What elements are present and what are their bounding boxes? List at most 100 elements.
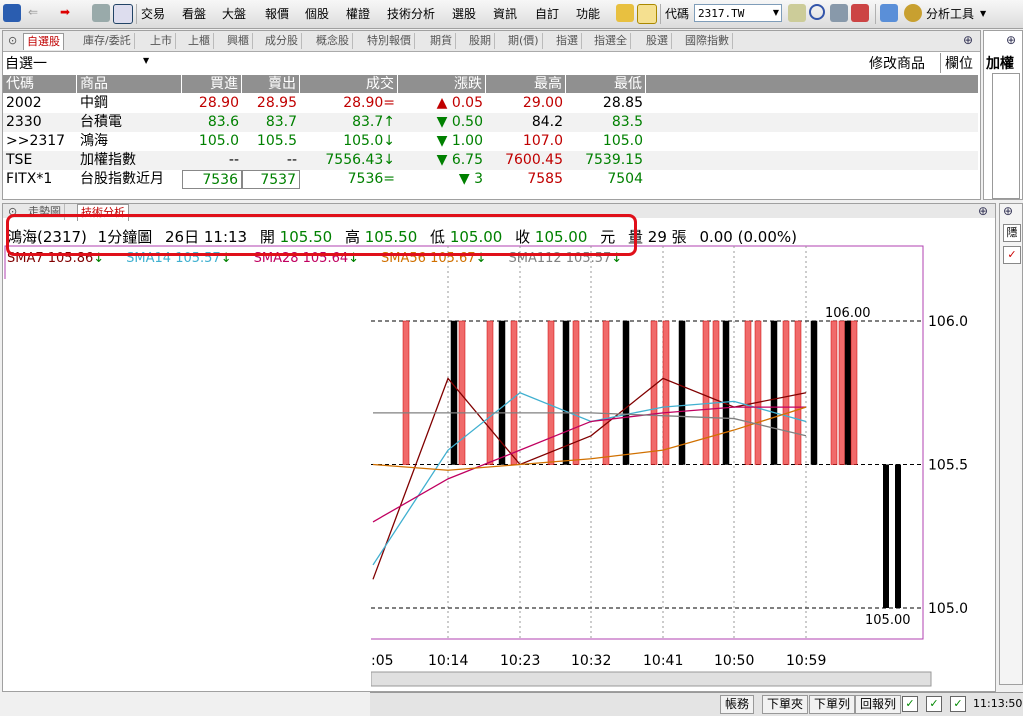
tab-stock-futures[interactable]: 股期 (466, 33, 495, 49)
table-row[interactable]: TSE 加權指數 -- -- 7556.43↓ ▼ 6.75 7600.45 7539.15 (3, 151, 978, 170)
account-button[interactable]: 帳務 (720, 695, 755, 714)
menu-info[interactable]: 資訊 (493, 5, 517, 22)
zoom-icon[interactable]: ⊕ (963, 33, 973, 47)
menu-function[interactable]: 功能 (576, 5, 600, 22)
chevron-down-icon[interactable]: ▼ (980, 9, 986, 18)
cell-code: FITX*1 (6, 171, 53, 187)
report-bar-button[interactable]: 回報列 (855, 695, 902, 714)
tab-index-options-all[interactable]: 指選全 (591, 33, 631, 49)
candle-bar (744, 320, 752, 465)
table-row[interactable]: FITX*1 台股指數近月 7536 7537 7536= ▼ 3 7585 7504 (3, 170, 978, 189)
zoom-icon[interactable]: ⊕ (1003, 204, 1013, 218)
tab-otc[interactable]: 上櫃 (185, 33, 214, 49)
export-icon[interactable] (113, 4, 133, 24)
tab-emerging[interactable]: 興櫃 (224, 33, 253, 49)
header-ask[interactable]: 賣出 (242, 75, 300, 93)
cell-last: 105.0↓ (343, 133, 395, 149)
cell-last: 28.90= (343, 95, 395, 111)
note-icon[interactable] (637, 4, 657, 24)
cell-code: 2330 (6, 114, 42, 130)
tools-icon[interactable] (830, 4, 848, 22)
cell-change: ▼ 3 (458, 171, 483, 187)
candle-bar (844, 320, 852, 465)
cell-high: 7600.45 (505, 152, 563, 168)
menu-market[interactable]: 大盤 (222, 5, 246, 22)
watchlist-select[interactable]: 自選一 (5, 53, 47, 73)
menu-tech-analysis[interactable]: 技術分析 (387, 5, 435, 22)
tab-concept[interactable]: 概念股 (313, 33, 353, 49)
menu-stock[interactable]: 個股 (305, 5, 329, 22)
cell-ask: 105.5 (256, 133, 297, 149)
chevron-down-icon[interactable]: ▼ (770, 5, 782, 21)
cell-low: 83.5 (611, 114, 643, 130)
tab-special-quote[interactable]: 特別報價 (364, 33, 415, 49)
menu-quote[interactable]: 報價 (265, 5, 289, 22)
analysis-tools-menu[interactable]: 分析工具 (926, 5, 974, 22)
header-low[interactable]: 最低 (566, 75, 646, 93)
table-row[interactable]: 2330 台積電 83.6 83.7 83.7↑ ▼ 0.50 84.2 83.5 (3, 113, 978, 132)
candle-bar (650, 320, 658, 465)
tab-stock-options[interactable]: 股選 (643, 33, 672, 49)
clock: 11:13:50 (973, 697, 1023, 710)
menu-warrant[interactable]: 權證 (346, 5, 370, 22)
cell-change: ▼ 0.50 (436, 114, 483, 130)
header-high[interactable]: 最高 (486, 75, 566, 93)
hide-button[interactable]: 隱 (1003, 224, 1021, 242)
table-row[interactable]: >>2317 鴻海 105.0 105.5 105.0↓ ▼ 1.00 107.0 105.0 (3, 132, 978, 151)
analysis-icon[interactable] (904, 4, 922, 22)
header-name[interactable]: 商品 (77, 75, 182, 93)
modify-items-button[interactable]: 修改商品 (869, 53, 925, 73)
zoom-icon[interactable]: ⊕ (1006, 33, 1016, 47)
check-icon[interactable]: ✓ (926, 696, 942, 712)
collapse-icon[interactable]: ⊙ (5, 33, 20, 49)
tab-futures[interactable]: 期貨 (427, 33, 456, 49)
pen-icon[interactable] (616, 4, 634, 22)
menu-stock-picker[interactable]: 選股 (452, 5, 476, 22)
tab-listed[interactable]: 上市 (147, 33, 176, 49)
cell-ask: 28.95 (256, 95, 297, 111)
forward-icon[interactable]: ➡ (60, 5, 70, 19)
series-line-sma14 (372, 392, 807, 566)
code-input[interactable]: 2317.TW (694, 4, 782, 22)
menu-custom[interactable]: 自訂 (535, 5, 559, 22)
back-icon[interactable]: ⇐ (28, 5, 38, 19)
header-last[interactable]: 成交 (300, 75, 398, 93)
binoculars-icon[interactable] (788, 4, 806, 22)
tab-watchlist[interactable]: 自選股 (23, 33, 64, 50)
header-change[interactable]: 漲跌 (398, 75, 486, 93)
tab-components[interactable]: 成分股 (262, 33, 302, 49)
order-bar-button[interactable]: 下單列 (809, 695, 856, 714)
home-icon[interactable] (3, 4, 21, 22)
horizontal-scrollbar (370, 671, 932, 687)
cell-last: 83.7↑ (352, 114, 395, 130)
highlight-callout (6, 214, 637, 256)
x-tick-label: 10:32 (571, 653, 611, 669)
candle-bar (850, 320, 858, 465)
search-icon[interactable] (809, 4, 825, 20)
table-row[interactable]: 2002 中鋼 28.90 28.95 28.90= ▲ 0.05 29.00 28.85 (3, 94, 978, 113)
chevron-down-icon[interactable]: ▼ (143, 56, 149, 65)
x-tick-label: 10:59 (786, 653, 826, 669)
cell-low: 7539.15 (585, 152, 643, 168)
series-line-sma56 (372, 406, 807, 471)
pin-icon[interactable] (851, 4, 869, 22)
tab-intl-index[interactable]: 國際指數 (682, 33, 733, 49)
header-bid[interactable]: 買進 (182, 75, 242, 93)
header-filler (646, 75, 978, 93)
tab-index-options[interactable]: 指選 (553, 33, 582, 49)
cell-code: >>2317 (6, 133, 66, 149)
columns-button[interactable]: 欄位 (940, 53, 973, 73)
tab-inventory[interactable]: 庫存/委託 (80, 33, 135, 49)
tab-futures-price[interactable]: 期(價) (505, 33, 543, 49)
print-icon[interactable] (92, 4, 110, 22)
order-folder-button[interactable]: 下單夾 (762, 695, 809, 714)
menu-trade[interactable]: 交易 (141, 5, 165, 22)
check-icon[interactable]: ✓ (950, 696, 966, 712)
header-code[interactable]: 代碼 (3, 75, 77, 93)
cursor-icon[interactable] (880, 4, 898, 22)
menu-watch[interactable]: 看盤 (182, 5, 206, 22)
cell-bid: -- (228, 152, 239, 168)
check-icon[interactable]: ✓ (902, 696, 918, 712)
volume-value: 29 (647, 228, 667, 246)
checkbox-icon[interactable]: ✓ (1003, 246, 1021, 264)
